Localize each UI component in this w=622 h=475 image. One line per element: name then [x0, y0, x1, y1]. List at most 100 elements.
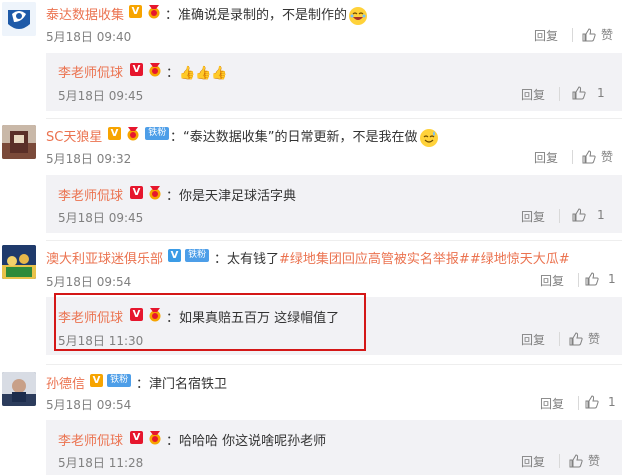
reply-box: 李老师侃球 V ：👍👍👍 5月18日 09:45 回复 1 [46, 53, 622, 111]
verified-badges: V 铁粉 [108, 126, 170, 141]
like-button[interactable]: 1 [571, 85, 605, 101]
verified-v-icon: V [168, 249, 181, 262]
like-button[interactable]: 赞 [568, 330, 600, 347]
verified-v-icon: V [130, 431, 143, 444]
divider [578, 273, 579, 287]
highlight-box [54, 293, 366, 351]
thumbs-up-icon [584, 271, 600, 287]
verified-badges: V 铁粉 [168, 248, 210, 263]
fan-medal-icon [147, 430, 163, 445]
commenter-name[interactable]: 泰达数据收集 [46, 4, 124, 23]
reply-text: ：你是天津足球活字典 [166, 189, 297, 204]
commenter-name[interactable]: 澳大利亚球迷俱乐部 [46, 248, 163, 267]
reply-time: 5月18日 09:45 [58, 211, 144, 225]
reply-button[interactable]: 回复 [534, 149, 558, 166]
divider [559, 454, 560, 468]
avatar-image [2, 125, 36, 159]
reply-button[interactable]: 回复 [521, 86, 545, 103]
reply-button[interactable]: 回复 [521, 208, 545, 225]
comment-time: 5月18日 09:54 [46, 398, 132, 412]
thread-divider [46, 364, 622, 365]
verified-badges: V 铁粉 [90, 373, 132, 388]
divider [559, 332, 560, 346]
fan-badge: 铁粉 [185, 249, 210, 262]
fan-badge: 铁粉 [107, 374, 132, 387]
avatar-image [2, 245, 36, 279]
fan-badge: 铁粉 [145, 127, 170, 140]
verified-badges: V [129, 4, 162, 19]
avatar[interactable] [2, 245, 36, 279]
verified-badges: V [130, 185, 163, 200]
thread-divider [46, 118, 622, 119]
reply-text: ：哈哈哈 你这说啥呢孙老师 [166, 434, 327, 449]
like-label: 赞 [601, 28, 614, 42]
fan-medal-icon [125, 126, 141, 141]
fan-medal-icon [146, 4, 162, 19]
divider [559, 209, 560, 223]
thumbs-up-icon [571, 85, 587, 101]
avatar-image [2, 2, 36, 36]
like-label: 赞 [601, 150, 614, 164]
reply-button[interactable]: 回复 [540, 395, 564, 412]
divider [572, 150, 573, 164]
like-button[interactable]: 赞 [581, 148, 613, 165]
like-button[interactable]: 赞 [568, 452, 600, 469]
avatar[interactable] [2, 125, 36, 159]
sweat-smile-emoji-icon [419, 128, 438, 147]
verified-badges: V [130, 62, 163, 77]
reply-box: 李老师侃球 V ：你是天津足球活字典 5月18日 09:45 回复 1 [46, 175, 622, 233]
like-count: 1 [608, 395, 616, 409]
verified-v-icon: V [130, 63, 143, 76]
like-count: 1 [597, 208, 605, 222]
verified-v-icon: V [130, 186, 143, 199]
laughing-emoji-icon [349, 6, 368, 25]
avatar[interactable] [2, 2, 36, 36]
thumbs-up-icon [584, 394, 600, 410]
divider [578, 396, 579, 410]
replier-name[interactable]: 李老师侃球 [58, 430, 123, 449]
verified-v-icon: V [129, 5, 142, 18]
comment-text: ：津门名宿铁卫 [136, 377, 228, 392]
reply-button[interactable]: 回复 [534, 27, 558, 44]
thumbs-up-icon [568, 331, 584, 347]
commenter-name[interactable]: SC天狼星 [46, 126, 102, 145]
comment-time: 5月18日 09:40 [46, 30, 132, 44]
like-label: 赞 [588, 332, 601, 346]
thumbs-up-icon [581, 149, 597, 165]
replier-name[interactable]: 李老师侃球 [58, 185, 123, 204]
like-button[interactable]: 1 [584, 394, 616, 410]
comment-text: ：“泰达数据收集”的日常更新，不是我在做 [170, 126, 438, 147]
avatar[interactable] [2, 372, 36, 406]
like-button[interactable]: 1 [571, 207, 605, 223]
commenter-name[interactable]: 孙德信 [46, 373, 85, 392]
verified-badges: V [130, 430, 163, 445]
reply-button[interactable]: 回复 [540, 272, 564, 289]
fan-medal-icon [147, 185, 163, 200]
comment-time: 5月18日 09:54 [46, 275, 132, 289]
like-label: 赞 [588, 454, 601, 468]
comment-text: ：准确说是录制的，不是制作的 [165, 4, 368, 25]
verified-v-icon: V [108, 127, 121, 140]
thread-divider [46, 240, 622, 241]
like-count: 1 [608, 272, 616, 286]
fan-medal-icon [147, 62, 163, 77]
verified-v-icon: V [90, 374, 103, 387]
hashtag-link[interactable]: #绿地惊天大瓜# [470, 252, 570, 267]
like-button[interactable]: 1 [584, 271, 616, 287]
thumbs-up-icon [581, 27, 597, 43]
divider [572, 28, 573, 42]
comment-text: ：太有钱了#绿地集团回应高管被实名举报##绿地惊天大瓜# [214, 252, 570, 267]
avatar-image [2, 372, 36, 406]
reply-button[interactable]: 回复 [521, 331, 545, 348]
reply-box: 李老师侃球 V ：哈哈哈 你这说啥呢孙老师 5月18日 11:28 回复 赞 [46, 420, 622, 475]
like-count: 1 [597, 86, 605, 100]
divider [559, 87, 560, 101]
reply-time: 5月18日 11:28 [58, 456, 144, 470]
replier-name[interactable]: 李老师侃球 [58, 62, 123, 81]
hashtag-link[interactable]: #绿地集团回应高管被实名举报# [279, 252, 470, 267]
comment-time: 5月18日 09:32 [46, 152, 132, 166]
like-button[interactable]: 赞 [581, 26, 613, 43]
reply-button[interactable]: 回复 [521, 453, 545, 470]
reply-time: 5月18日 09:45 [58, 89, 144, 103]
thumbs-up-icon [568, 453, 584, 469]
